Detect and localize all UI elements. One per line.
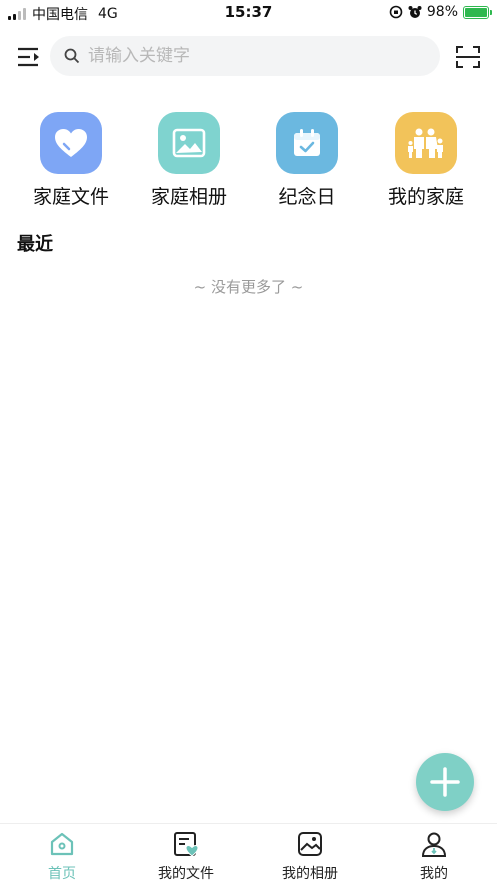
empty-list-text: ~ 没有更多了 ~: [193, 278, 304, 296]
quick-actions: 家庭文件 家庭相册 纪念日 我的家庭: [0, 112, 497, 212]
calendar-icon: [294, 129, 320, 156]
tab-my-files-label: 我的文件: [158, 866, 214, 882]
search-input[interactable]: [88, 46, 408, 66]
family-files-button[interactable]: 家庭文件: [16, 112, 126, 209]
tab-my-album[interactable]: 我的相册: [248, 830, 372, 883]
my-family-label: 我的家庭: [387, 186, 464, 208]
search-icon: [64, 48, 80, 64]
family-icon: [408, 128, 443, 158]
home-icon: [50, 832, 74, 856]
header: [0, 36, 497, 78]
alarm-icon: [408, 6, 422, 18]
photo-icon: [298, 832, 322, 856]
battery-percent: 98%: [426, 4, 458, 20]
anniversary-tile: [276, 112, 338, 174]
tab-me[interactable]: 我的: [372, 830, 496, 883]
family-album-tile: [158, 112, 220, 174]
add-button[interactable]: [416, 753, 474, 811]
family-album-button[interactable]: 家庭相册: [134, 112, 244, 209]
menu-collapse-icon[interactable]: [16, 44, 42, 70]
plus-icon: [430, 767, 460, 797]
tab-bar: 首页 我的文件 我的相册 我的: [0, 823, 497, 883]
file-heart-icon: [174, 832, 199, 857]
tab-home-label: 首页: [48, 866, 76, 882]
status-bar: 中国电信 4G 15:37 98%: [0, 0, 497, 26]
my-family-button[interactable]: 我的家庭: [371, 112, 481, 209]
family-album-label: 家庭相册: [150, 186, 227, 208]
tab-my-files[interactable]: 我的文件: [124, 830, 248, 883]
scan-icon[interactable]: [455, 44, 481, 70]
anniversary-label: 纪念日: [278, 186, 336, 208]
recent-title: 最近: [17, 234, 53, 255]
battery-icon: [463, 5, 492, 19]
search-bar[interactable]: [50, 36, 440, 76]
my-family-tile: [395, 112, 457, 174]
tab-me-label: 我的: [420, 866, 448, 882]
tab-my-album-label: 我的相册: [282, 866, 338, 882]
tab-home[interactable]: 首页: [0, 830, 124, 883]
orientation-lock-icon: [389, 5, 403, 19]
family-files-tile: [40, 112, 102, 174]
heart-icon: [55, 129, 87, 157]
family-files-label: 家庭文件: [32, 186, 109, 208]
user-icon: [421, 832, 447, 857]
anniversary-button[interactable]: 纪念日: [252, 112, 362, 209]
image-icon: [172, 128, 206, 158]
